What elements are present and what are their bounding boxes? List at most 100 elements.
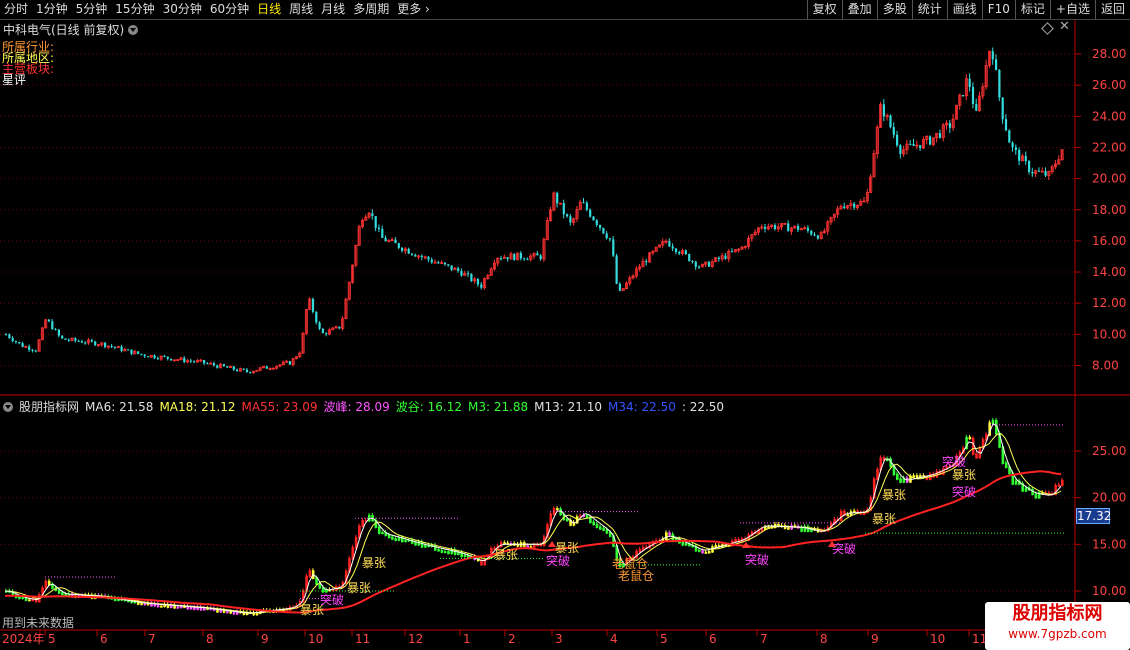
- candle-body: [315, 311, 318, 323]
- ind-candle-body: [377, 526, 381, 534]
- candle-body: [998, 69, 1001, 98]
- candle-body: [74, 338, 77, 341]
- indicator-annotation: 暴张: [362, 556, 386, 570]
- indicator-value-2: MA55: 23.09: [241, 399, 318, 414]
- indicator-value-8: : 22.50: [681, 399, 725, 414]
- ind-candle-body: [160, 605, 163, 608]
- indicator-annotation: 突破: [942, 454, 966, 469]
- candle-body: [562, 203, 565, 215]
- candle-body: [222, 364, 225, 367]
- candle-body: [694, 261, 697, 267]
- candle-body: [430, 259, 433, 263]
- candle-body: [374, 216, 377, 228]
- candle-body: [371, 213, 374, 217]
- candle-body: [991, 51, 994, 60]
- ind-candle-body: [968, 436, 972, 440]
- candle-body: [523, 258, 526, 260]
- candle-body: [414, 254, 417, 257]
- candle-body: [995, 59, 998, 70]
- ind-candle-body: [684, 543, 688, 546]
- watermark-title: 股朋指标网: [1012, 603, 1103, 624]
- candle-body: [325, 333, 328, 335]
- ind-candle-body: [896, 473, 899, 480]
- date-axis-label: 9: [261, 632, 269, 646]
- candle-body: [183, 357, 186, 362]
- candle-body: [919, 145, 922, 149]
- ind-candle-body: [846, 514, 850, 517]
- ind-candle-body: [602, 528, 605, 531]
- candle-body: [156, 358, 159, 360]
- ind-candle-body: [935, 470, 939, 478]
- candle-body: [77, 340, 80, 342]
- candle-body: [338, 326, 341, 329]
- candle-body: [163, 356, 166, 358]
- ind-candle-body: [899, 478, 902, 483]
- candle-body: [170, 358, 173, 361]
- ind-candle-body: [176, 606, 180, 609]
- candle-body: [245, 369, 249, 372]
- candle-body: [1001, 97, 1004, 120]
- ind-candle-body: [595, 523, 599, 528]
- candle-body: [384, 237, 387, 242]
- date-axis-label: 2024年: [2, 632, 45, 646]
- site-watermark: 股朋指标网 www.7gpzb.com: [985, 602, 1130, 650]
- ind-candle-body: [394, 538, 397, 541]
- date-axis-label: 4: [610, 632, 618, 646]
- ind-axis-label: 20.00: [1092, 491, 1126, 505]
- candle-body: [51, 321, 54, 330]
- candle-body: [321, 328, 324, 334]
- ind-candle-body: [912, 475, 916, 478]
- ind-candle-body: [229, 611, 232, 614]
- ind-candle-body: [1014, 480, 1018, 485]
- candle-body: [47, 319, 51, 322]
- main-axis-label: 24.00: [1092, 109, 1126, 123]
- candle-body: [506, 257, 509, 260]
- candle-body: [698, 266, 701, 268]
- candle-body: [615, 255, 618, 284]
- ind-candle-body: [61, 592, 64, 596]
- candle-body: [113, 346, 117, 348]
- candle-body: [599, 225, 602, 228]
- candle-body: [457, 268, 460, 271]
- candle-body: [582, 202, 585, 204]
- candle-body: [569, 216, 572, 223]
- candle-body: [892, 127, 895, 135]
- ind-candle-body: [975, 453, 978, 459]
- indicator-dropdown-icon[interactable]: [3, 401, 13, 412]
- candle-body: [1004, 119, 1008, 131]
- date-axis-label: 9: [871, 632, 879, 646]
- candle-body: [153, 355, 156, 359]
- ind-candle-body: [232, 612, 236, 615]
- ind-candle-body: [787, 527, 790, 530]
- date-axis-label: 11: [355, 632, 370, 646]
- candle-body: [407, 248, 410, 254]
- candle-body: [585, 202, 588, 210]
- ind-candle-body: [140, 603, 143, 606]
- indicator-annotation: 突破: [745, 552, 769, 567]
- ind-candle-body: [1034, 493, 1038, 499]
- candle-body: [460, 270, 463, 276]
- candle-body: [84, 342, 87, 344]
- candle-body: [11, 337, 14, 342]
- candle-body: [470, 273, 473, 281]
- indicator-name: 股朋指标网: [19, 400, 80, 414]
- ind-candle-body: [592, 521, 595, 526]
- candle-body: [688, 254, 691, 261]
- ind-candle-body: [308, 570, 312, 578]
- candle-body: [110, 345, 113, 347]
- candle-body: [513, 253, 516, 260]
- candle-body: [377, 227, 381, 230]
- candle-body: [813, 234, 816, 236]
- kline-chart[interactable]: 28.0026.0024.0022.0020.0018.0016.0014.00…: [0, 0, 1130, 650]
- candle-body: [140, 353, 143, 355]
- candle-body: [612, 239, 615, 256]
- current-price-tag: 17.32: [1076, 508, 1112, 524]
- main-axis-label: 16.00: [1092, 234, 1126, 248]
- indicator-annotation: 暴张: [494, 548, 518, 562]
- candle-body: [678, 251, 681, 254]
- candle-body: [90, 340, 93, 342]
- indicator-value-3: 波峰: 28.09: [323, 400, 390, 414]
- candle-body: [806, 227, 810, 231]
- candle-body: [717, 257, 720, 259]
- candle-body: [671, 246, 674, 249]
